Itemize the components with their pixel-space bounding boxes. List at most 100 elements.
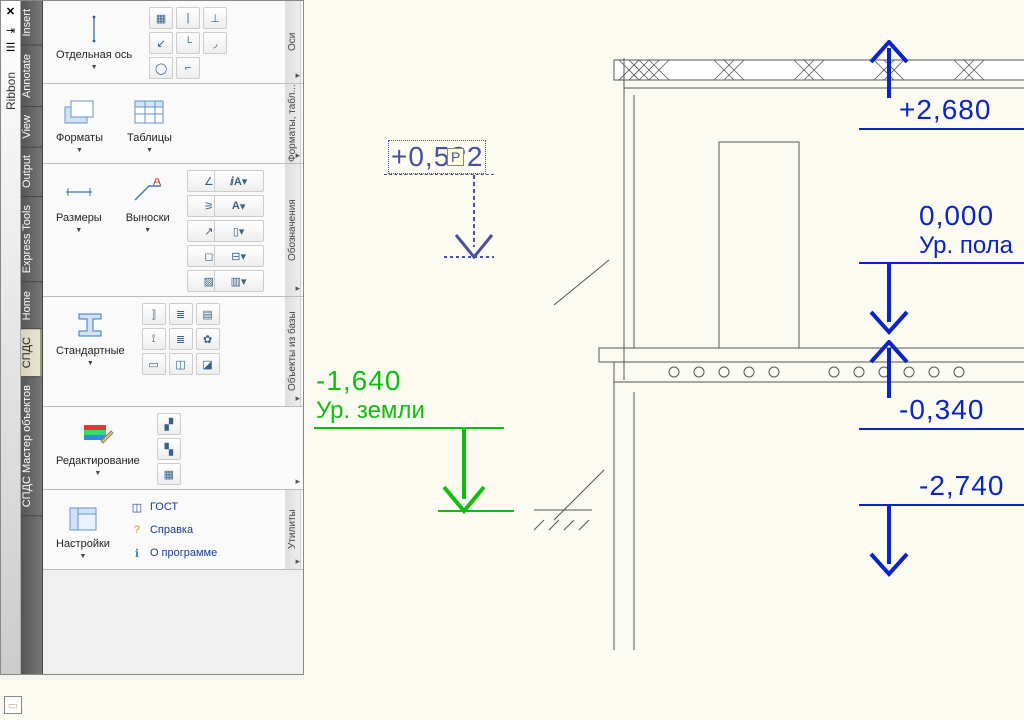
tab-home[interactable]: Home: [21, 283, 42, 329]
grid-tool-icon[interactable]: ▦: [149, 7, 173, 29]
chevron-down-icon: ▼: [87, 360, 94, 367]
axes-icon-grid: ▦ | ⊥ ↙ └ ◞ ◯ ⌐: [149, 7, 227, 79]
section-icon[interactable]: ▯▾: [214, 220, 264, 242]
panel-expand-icon[interactable]: ▸: [295, 476, 300, 487]
chevron-down-icon: ▼: [146, 147, 153, 154]
chevron-down-icon: ▼: [75, 227, 82, 234]
help-icon: ?: [129, 522, 145, 538]
chevron-down-icon: ▼: [76, 147, 83, 154]
elevation-mark-editing[interactable]: +0,5?2: [384, 140, 494, 270]
chevron-down-icon: ▼: [144, 227, 151, 234]
table-icon: [132, 95, 166, 129]
edit-grid: ▞ ▚ ▦: [157, 413, 181, 485]
card-icon[interactable]: ▤: [196, 303, 220, 325]
panel-title: Объекты из базы: [285, 297, 301, 406]
text-a2-icon[interactable]: A▾: [214, 195, 264, 217]
tab-output[interactable]: Output: [21, 147, 42, 197]
palette-titlebar: ✕ ⇥ ☰ Ribbon: [1, 1, 21, 674]
elevation-mark-ground[interactable]: -1,640 Ур. земли: [314, 365, 514, 524]
axis-circle-icon[interactable]: ◯: [149, 57, 173, 79]
axis-angle-icon[interactable]: └: [176, 32, 200, 54]
elevation-mark-zero[interactable]: 0,000 Ур. пола: [859, 200, 1024, 344]
plate-icon[interactable]: ▭: [142, 353, 166, 375]
drawing-canvas[interactable]: +0,5?2 -1,640 Ур. земли +2,680 0,: [304, 0, 1024, 680]
formats-button[interactable]: Форматы ▼: [49, 90, 110, 159]
tables-button[interactable]: Таблицы ▼: [120, 90, 179, 159]
axis-diag-icon[interactable]: ↙: [149, 32, 173, 54]
chevron-down-icon: ▼: [80, 553, 87, 560]
list2-icon[interactable]: ≣: [169, 328, 193, 350]
leader-icon: A: [131, 175, 165, 209]
window-icon[interactable]: ▭: [4, 696, 22, 714]
array-icon[interactable]: ▦: [157, 463, 181, 485]
tab-insert[interactable]: Insert: [21, 1, 42, 46]
tab-express-tools[interactable]: Express Tools: [21, 197, 42, 282]
panel-utilities: Настройки ▼ ◫ ГОСТ ? Справка ℹ О програм…: [43, 490, 303, 570]
diag-icon[interactable]: ◪: [196, 353, 220, 375]
bolt-icon[interactable]: ⟧: [142, 303, 166, 325]
gost-icon: ◫: [129, 499, 145, 515]
tab-spds[interactable]: СПДС: [21, 329, 42, 377]
axis-perp-icon[interactable]: ⊥: [203, 7, 227, 29]
section2-icon[interactable]: ⊟▾: [214, 245, 264, 267]
squares-icon[interactable]: ▞: [157, 413, 181, 435]
text-a-icon[interactable]: ⅈA▾: [214, 170, 264, 192]
ibeam-icon: [73, 308, 107, 342]
dimension-icon: [62, 175, 96, 209]
db-grid: ⟧ ≣ ▤ ⟟ ≣ ✿ ▭ ◫ ◪: [142, 303, 220, 375]
gear-icon[interactable]: ✿: [196, 328, 220, 350]
leaders-button[interactable]: A Выноски ▼: [119, 170, 177, 239]
standard-objects-button[interactable]: Стандартные ▼: [49, 303, 132, 372]
elevation-mark-m034[interactable]: -0,340: [859, 340, 1024, 430]
chevron-down-icon: ▼: [91, 64, 98, 71]
tab-view[interactable]: View: [21, 107, 42, 148]
palette-edit-icon: [81, 418, 115, 452]
duct-icon[interactable]: ◫: [169, 353, 193, 375]
ribbon-tabstrip: Insert Annotate View Output Express Tool…: [21, 1, 43, 674]
gost-link[interactable]: ◫ ГОСТ: [127, 496, 219, 518]
chevron-down-icon: ▼: [94, 470, 101, 477]
axis-vert-icon[interactable]: |: [176, 7, 200, 29]
single-axis-button[interactable]: Отдельная ось ▼: [49, 7, 139, 76]
settings-sheet-icon: [66, 501, 100, 535]
elevation-mark-m274[interactable]: -2,740: [859, 470, 1024, 586]
dimensions-button[interactable]: Размеры ▼: [49, 170, 109, 239]
info-icon: ℹ: [129, 545, 145, 561]
close-icon[interactable]: ✕: [6, 1, 15, 22]
axis-corner-icon[interactable]: ⌐: [176, 57, 200, 79]
help-link[interactable]: ? Справка: [127, 519, 219, 541]
tab-spds-master[interactable]: СПДС Мастер объектов: [21, 377, 42, 516]
palette-menu-icon[interactable]: ☰: [6, 39, 16, 56]
ribbon-palette: ✕ ⇥ ☰ Ribbon Insert Annotate View Output…: [0, 0, 304, 675]
panel-db-objects: Стандартные ▼ ⟧ ≣ ▤ ⟟ ≣ ✿ ▭ ◫ ◪ Объекты …: [43, 297, 303, 407]
panel-expand-icon[interactable]: ▸: [295, 393, 300, 404]
panel-annotation: Размеры ▼ A Выноски ▼ ∠▾ ⅈA▾ ⚞▾ A▾ ↗▾ ▯▾…: [43, 164, 303, 297]
autohide-icon[interactable]: ⇥: [6, 22, 15, 39]
palette-title: Ribbon: [4, 66, 18, 674]
annotation-grid: ∠▾ ⅈA▾ ⚞▾ A▾ ↗▾ ▯▾ ◻▾ ⊟▾ ▨▾ ▥▾: [187, 170, 238, 292]
ribbon-panels: Отдельная ось ▼ ▦ | ⊥ ↙ └ ◞ ◯ ⌐ Оси ▸: [43, 1, 303, 674]
fill-icon[interactable]: ▥▾: [214, 270, 264, 292]
svg-text:A: A: [153, 178, 161, 188]
taskbar: ▭: [0, 680, 1024, 720]
panel-formats: Форматы ▼ Таблицы ▼ Форматы, табл... ▸: [43, 84, 303, 164]
panel-expand-icon[interactable]: ▸: [295, 283, 300, 294]
sheet-icon: [62, 95, 96, 129]
panel-expand-icon[interactable]: ▸: [295, 556, 300, 567]
editing-button[interactable]: Редактирование ▼: [49, 413, 147, 482]
axis-arc-icon[interactable]: ◞: [203, 32, 227, 54]
settings-button[interactable]: Настройки ▼: [49, 496, 117, 565]
panel-edit: Редактирование ▼ ▞ ▚ ▦ ▸: [43, 407, 303, 490]
line-icon: [77, 12, 111, 46]
panel-axes: Отдельная ось ▼ ▦ | ⊥ ↙ └ ◞ ◯ ⌐ Оси ▸: [43, 1, 303, 84]
about-link[interactable]: ℹ О программе: [127, 542, 219, 564]
squares2-icon[interactable]: ▚: [157, 438, 181, 460]
dynamic-input-cursor: P: [447, 148, 464, 166]
anchor-icon[interactable]: ⟟: [142, 328, 166, 350]
panel-expand-icon[interactable]: ▸: [295, 70, 300, 81]
list-icon[interactable]: ≣: [169, 303, 193, 325]
panel-title: Обозначения: [285, 164, 301, 296]
panel-expand-icon[interactable]: ▸: [295, 150, 300, 161]
elevation-mark-top[interactable]: +2,680: [859, 40, 1024, 130]
tab-annotate[interactable]: Annotate: [21, 46, 42, 107]
